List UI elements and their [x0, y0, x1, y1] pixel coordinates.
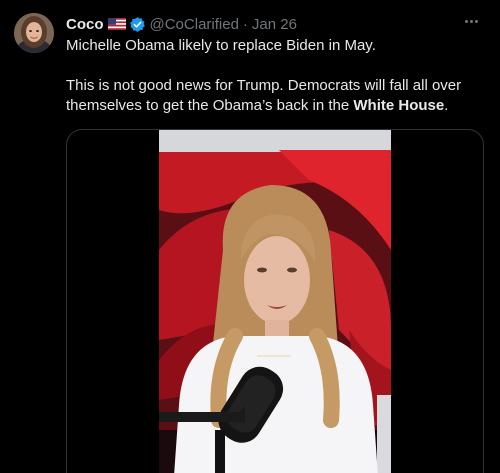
video-media[interactable] [66, 129, 484, 473]
avatar[interactable] [14, 13, 54, 53]
tweet-line-1: Michelle Obama likely to replace Biden i… [66, 37, 376, 54]
more-options-icon[interactable] [460, 12, 482, 30]
tweet-text: Michelle Obama likely to replace Biden i… [66, 36, 486, 116]
header-separator: · [242, 15, 248, 33]
tweet-line-2: This is not good news for Trump. Democra… [66, 76, 486, 116]
tweet-header: Coco @CoClarified · Jan 26 [66, 14, 297, 34]
author-name[interactable]: Coco [66, 16, 104, 33]
verified-badge-icon[interactable] [129, 16, 146, 33]
author-handle[interactable]: @CoClarified [150, 16, 239, 33]
tweet-line-2-bold: White House [353, 97, 445, 114]
tweet-line-2-suffix: . [444, 97, 449, 114]
video-frame [159, 130, 391, 473]
us-flag-icon [107, 18, 126, 30]
tweet-date[interactable]: Jan 26 [252, 16, 297, 33]
video-thumbnail [159, 130, 391, 473]
tweet[interactable]: Coco @CoClarified · Jan 26 Michelle Obam… [0, 0, 500, 473]
